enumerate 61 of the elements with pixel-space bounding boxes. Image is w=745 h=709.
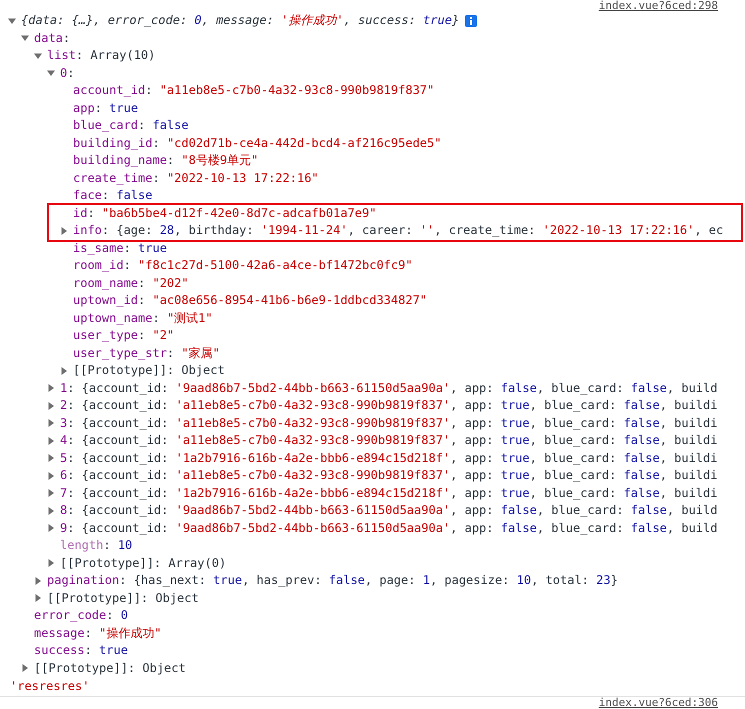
source-link[interactable]: index.vue?6ced:298 xyxy=(598,0,718,12)
console-line: error_code: 0 xyxy=(34,607,128,624)
console-line: id: "ba6b5be4-d12f-42e0-8d7c-adcafb01a7e9" xyxy=(73,204,376,222)
console-line: room_name: "202" xyxy=(73,274,189,292)
console-line: account_id: "a11eb8e5-c7b0-4a32-93c8-990b9819f837" xyxy=(73,82,434,99)
console-line: 4: {account_id: 'a11eb8e5-c7b0-4a32-93c8-990b9819f837', app: true, blue_card: false, buildi xyxy=(60,432,718,449)
console-line: 9: {account_id: '9aad86b7-5bd2-44bb-b663-61150d5aa90a', app: false, blue_card: false, build xyxy=(60,520,718,537)
console-line: app: true xyxy=(73,100,138,116)
console-line: room_id: "f8c1c27d-5100-42a6-a4ce-bf1472bc0fc9" xyxy=(73,257,413,274)
console-line: [[Prototype]]: Object xyxy=(34,660,186,676)
console-line: face: false xyxy=(73,187,152,204)
console-line: [[Prototype]]: Object xyxy=(73,362,225,379)
caret-right-icon[interactable] xyxy=(47,454,55,462)
caret-right-icon[interactable] xyxy=(47,506,55,515)
console-line: is_same: true xyxy=(73,240,167,257)
console-line: {data: {…}, error_code: 0, message: '操作成功', success: true} xyxy=(21,12,460,29)
console-line: 2: {account_id: 'a11eb8e5-c7b0-4a32-93c8-990b9819f837', app: true, blue_card: false, buildi xyxy=(60,397,718,414)
console-line: uptown_name: "测试1" xyxy=(73,310,213,327)
console-line: 8: {account_id: '9aad86b7-5bd2-44bb-b663-61150d5aa90a', app: false, blue_card: false, build xyxy=(60,502,718,519)
caret-right-icon[interactable] xyxy=(47,419,55,428)
console-line: 6: {account_id: 'a11eb8e5-c7b0-4a32-93c8-990b9819f837', app: true, blue_card: false, buildi xyxy=(60,467,718,484)
caret-down-icon[interactable] xyxy=(34,52,42,60)
console-line: blue_card: false xyxy=(73,117,189,134)
caret-right-icon[interactable] xyxy=(60,226,68,235)
console-line: building_id: "cd02d71b-ce4a-442d-bcd4-af216c95ede5" xyxy=(73,134,442,152)
caret-right-icon[interactable] xyxy=(47,384,55,392)
caret-right-icon[interactable] xyxy=(47,436,55,445)
console-line: 'resresres' xyxy=(10,678,90,693)
info-icon[interactable] xyxy=(465,14,478,27)
console-line: pagination: {has_next: true, has_prev: false, page: 1, pagesize: 10, total: 23} xyxy=(47,572,618,589)
caret-right-icon[interactable] xyxy=(47,489,55,498)
caret-down-icon[interactable] xyxy=(47,69,55,78)
console-line: uptown_id: "ac08e656-8954-41b6-b6e9-1ddbcd334827" xyxy=(73,292,428,309)
console-line: list: Array(10) xyxy=(47,47,156,64)
console-line: user_type_str: "家属" xyxy=(73,344,220,362)
console-line: 3: {account_id: 'a11eb8e5-c7b0-4a32-93c8-990b9819f837', app: true, blue_card: false, buildi xyxy=(60,414,718,432)
caret-right-icon[interactable] xyxy=(60,366,68,375)
console-line: info: {age: 28, birthday: '1994-11-24', career: '', create_time: '2022-10-13 17:22:16', ec xyxy=(73,222,724,239)
console-line: success: true xyxy=(34,642,128,659)
console-line: 7: {account_id: '1a2b7916-616b-4a2e-bbb6-e894c15d218f', app: true, blue_card: false, buildi xyxy=(60,484,718,502)
caret-right-icon[interactable] xyxy=(47,472,55,480)
source-link[interactable]: index.vue?6ced:306 xyxy=(598,696,718,709)
caret-right-icon[interactable] xyxy=(21,664,29,672)
console-line: 0: xyxy=(60,64,74,82)
caret-right-icon[interactable] xyxy=(47,559,55,568)
console-line: data: xyxy=(34,30,70,46)
console-line: user_type: "2" xyxy=(73,327,174,344)
console-line: message: "操作成功" xyxy=(34,624,162,642)
caret-right-icon[interactable] xyxy=(34,594,42,602)
console-line: [[Prototype]]: Array(0) xyxy=(60,554,226,572)
caret-right-icon[interactable] xyxy=(47,402,55,410)
console-line: building_name: "8号楼9单元" xyxy=(73,152,258,169)
console-line: [[Prototype]]: Object xyxy=(47,590,199,606)
caret-right-icon[interactable] xyxy=(47,524,55,532)
console-line: create_time: "2022-10-13 17:22:16" xyxy=(73,170,319,187)
caret-down-icon[interactable] xyxy=(8,16,16,25)
console-line: 5: {account_id: '1a2b7916-616b-4a2e-bbb6-e894c15d218f', app: true, blue_card: false, buildi xyxy=(60,450,718,467)
caret-right-icon[interactable] xyxy=(34,576,42,585)
console-line: 1: {account_id: '9aad86b7-5bd2-44bb-b663-61150d5aa90a', app: false, blue_card: false, build xyxy=(60,380,718,397)
caret-down-icon[interactable] xyxy=(21,34,29,42)
console-line: length: 10 xyxy=(60,537,132,554)
